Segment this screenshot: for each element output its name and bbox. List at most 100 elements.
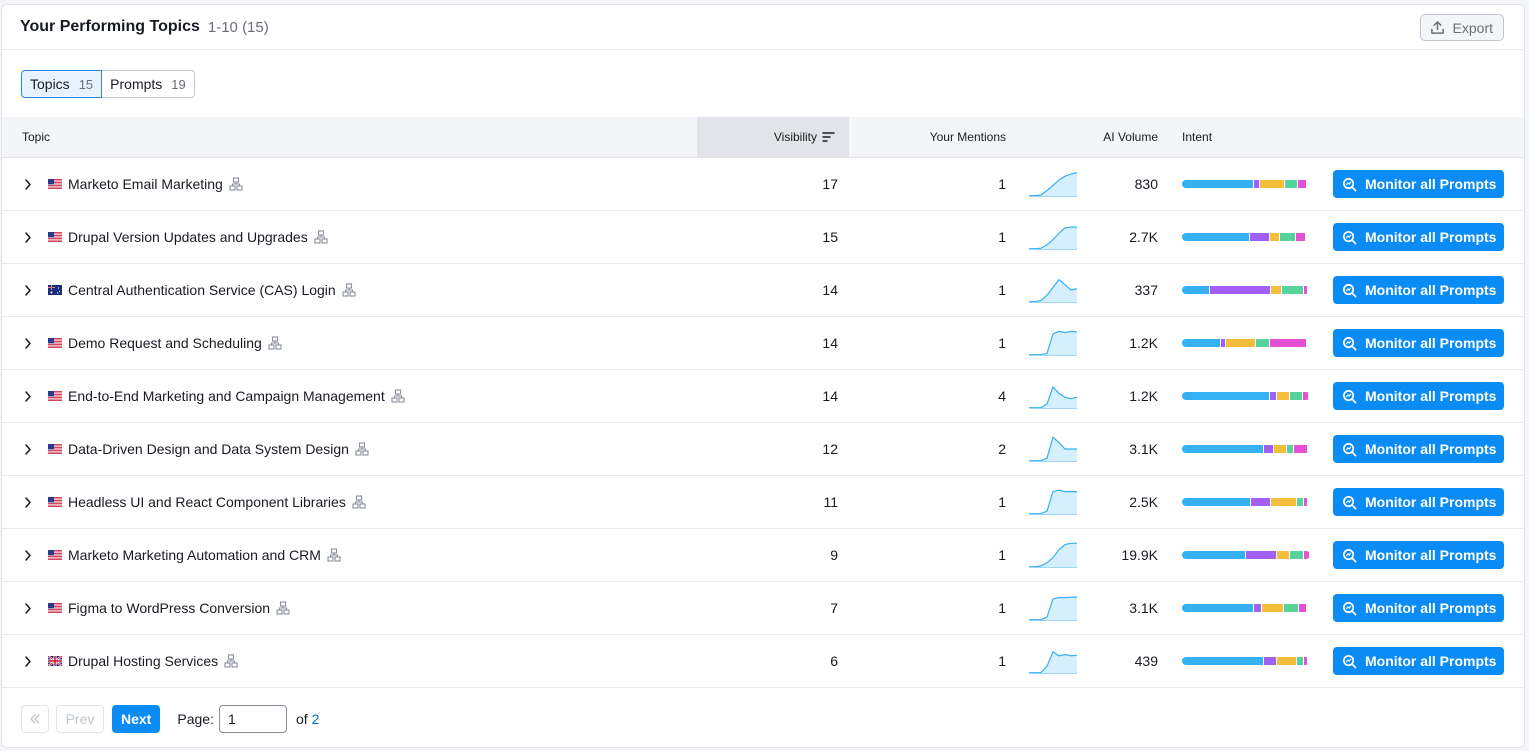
topic-cell: Central Authentication Service (CAS) Log…: [48, 264, 356, 316]
hierarchy-icon: [327, 548, 341, 562]
next-button[interactable]: Next: [112, 705, 161, 733]
monitor-all-prompts-button[interactable]: Monitor all Prompts: [1333, 594, 1504, 622]
table-row[interactable]: Central Authentication Service (CAS) Log…: [2, 264, 1524, 317]
topic-cell: Data-Driven Design and Data System Desig…: [48, 423, 369, 475]
prev-button[interactable]: Prev: [56, 705, 104, 733]
intent-bar-track: [1182, 604, 1310, 612]
column-ai-volume[interactable]: AI Volume: [1082, 117, 1158, 157]
monitor-search-icon: [1343, 336, 1357, 350]
intent-segment: [1293, 445, 1308, 453]
column-visibility[interactable]: Visibility: [697, 117, 849, 157]
topic-structure-button[interactable]: [391, 389, 405, 403]
topic-cell: End-to-End Marketing and Campaign Manage…: [48, 370, 405, 422]
intent-segment: [1290, 392, 1302, 400]
monitor-all-prompts-button[interactable]: Monitor all Prompts: [1333, 276, 1504, 304]
mentions-value: 1: [998, 547, 1006, 563]
of-label: of: [295, 711, 308, 727]
monitor-all-prompts-button[interactable]: Monitor all Prompts: [1333, 170, 1504, 198]
table-row[interactable]: Drupal Version Updates and Upgrades 15 1…: [2, 211, 1524, 264]
topic-structure-button[interactable]: [314, 230, 328, 244]
monitor-all-prompts-button[interactable]: Monitor all Prompts: [1333, 382, 1504, 410]
mentions-trend: [1029, 582, 1077, 634]
intent-segment: [1276, 657, 1296, 665]
first-page-button[interactable]: [21, 705, 49, 733]
intent-segment: [1276, 551, 1290, 559]
expand-toggle[interactable]: [22, 317, 34, 369]
monitor-all-prompts-button[interactable]: Monitor all Prompts: [1333, 435, 1504, 463]
monitor-all-prompts-button[interactable]: Monitor all Prompts: [1333, 329, 1504, 357]
intent-segment: [1182, 339, 1221, 347]
ai-volume-value: 1.2K: [1129, 388, 1158, 404]
expand-toggle[interactable]: [22, 158, 34, 210]
table-row[interactable]: Demo Request and Scheduling 14 1 1.2K Mo…: [2, 317, 1524, 370]
table-row[interactable]: Figma to WordPress Conversion 7 1 3.1K M…: [2, 582, 1524, 635]
monitor-label: Monitor all Prompts: [1365, 335, 1497, 351]
trend-sparkline: [1029, 651, 1077, 674]
topic-structure-button[interactable]: [229, 177, 243, 191]
monitor-label: Monitor all Prompts: [1365, 176, 1497, 192]
table-row[interactable]: Drupal Hosting Services 6 1 439 Monitor …: [2, 635, 1524, 688]
tab-topics[interactable]: Topics 15: [21, 70, 103, 98]
intent-segment: [1251, 498, 1270, 506]
monitor-all-prompts-button[interactable]: Monitor all Prompts: [1333, 223, 1504, 251]
mentions-trend: [1029, 317, 1077, 369]
expand-toggle[interactable]: [22, 635, 34, 687]
intent-segment: [1280, 233, 1296, 241]
mentions-trend: [1029, 529, 1077, 581]
expand-toggle[interactable]: [22, 476, 34, 528]
table-row[interactable]: Data-Driven Design and Data System Desig…: [2, 423, 1524, 476]
expand-toggle[interactable]: [22, 264, 34, 316]
intent-segment: [1270, 498, 1296, 506]
topic-structure-button[interactable]: [342, 283, 356, 297]
topic-structure-button[interactable]: [268, 336, 282, 350]
mentions-value: 1: [998, 653, 1006, 669]
export-button[interactable]: Export: [1419, 14, 1504, 41]
monitor-all-prompts-button[interactable]: Monitor all Prompts: [1333, 488, 1504, 516]
monitor-all-prompts-button[interactable]: Monitor all Prompts: [1333, 541, 1504, 569]
intent-bar: [1182, 635, 1310, 687]
table-row[interactable]: End-to-End Marketing and Campaign Manage…: [2, 370, 1524, 423]
topic-structure-button[interactable]: [276, 601, 290, 615]
intent-segment: [1296, 233, 1306, 241]
topic-cell: Marketo Marketing Automation and CRM: [48, 529, 341, 581]
us-flag-icon: [48, 338, 62, 348]
topic-structure-button[interactable]: [224, 654, 238, 668]
page-input[interactable]: [218, 705, 287, 733]
chevron-right-icon: [25, 284, 31, 296]
monitor-cell: Monitor all Prompts: [1333, 317, 1504, 369]
monitor-cell: Monitor all Prompts: [1333, 423, 1504, 475]
topic-structure-button[interactable]: [352, 495, 366, 509]
intent-segment: [1259, 180, 1285, 188]
expand-toggle[interactable]: [22, 582, 34, 634]
table-row[interactable]: Marketo Marketing Automation and CRM 9 1…: [2, 529, 1524, 582]
expand-toggle[interactable]: [22, 370, 34, 422]
table-row[interactable]: Headless UI and React Component Librarie…: [2, 476, 1524, 529]
column-mentions[interactable]: Your Mentions: [902, 117, 1006, 157]
intent-segment: [1210, 286, 1270, 294]
intent-bar: [1182, 476, 1310, 528]
topic-structure-button[interactable]: [327, 548, 341, 562]
visibility-value: 17: [822, 176, 838, 192]
monitor-label: Monitor all Prompts: [1365, 388, 1497, 404]
us-flag-icon: [48, 179, 62, 189]
us-flag-icon: [48, 444, 62, 454]
tab-prompts[interactable]: Prompts 19: [102, 70, 195, 98]
topic-structure-button[interactable]: [355, 442, 369, 456]
hierarchy-icon: [224, 654, 238, 668]
expand-toggle[interactable]: [22, 423, 34, 475]
monitor-all-prompts-button[interactable]: Monitor all Prompts: [1333, 647, 1504, 675]
last-page-link[interactable]: 2: [312, 711, 320, 727]
table-row[interactable]: Marketo Email Marketing 17 1 830 Monitor…: [2, 158, 1524, 211]
ai-volume-value: 830: [1134, 176, 1158, 192]
expand-toggle[interactable]: [22, 529, 34, 581]
topic-cell: Demo Request and Scheduling: [48, 317, 282, 369]
expand-toggle[interactable]: [22, 211, 34, 263]
visibility-value: 14: [822, 335, 838, 351]
intent-segment: [1182, 445, 1263, 453]
intent-segment: [1269, 392, 1276, 400]
page-label: Page:: [177, 711, 214, 727]
chevron-right-icon: [25, 549, 31, 561]
intent-bar-track: [1182, 657, 1310, 665]
monitor-search-icon: [1343, 283, 1357, 297]
mentions-value: 1: [998, 176, 1006, 192]
